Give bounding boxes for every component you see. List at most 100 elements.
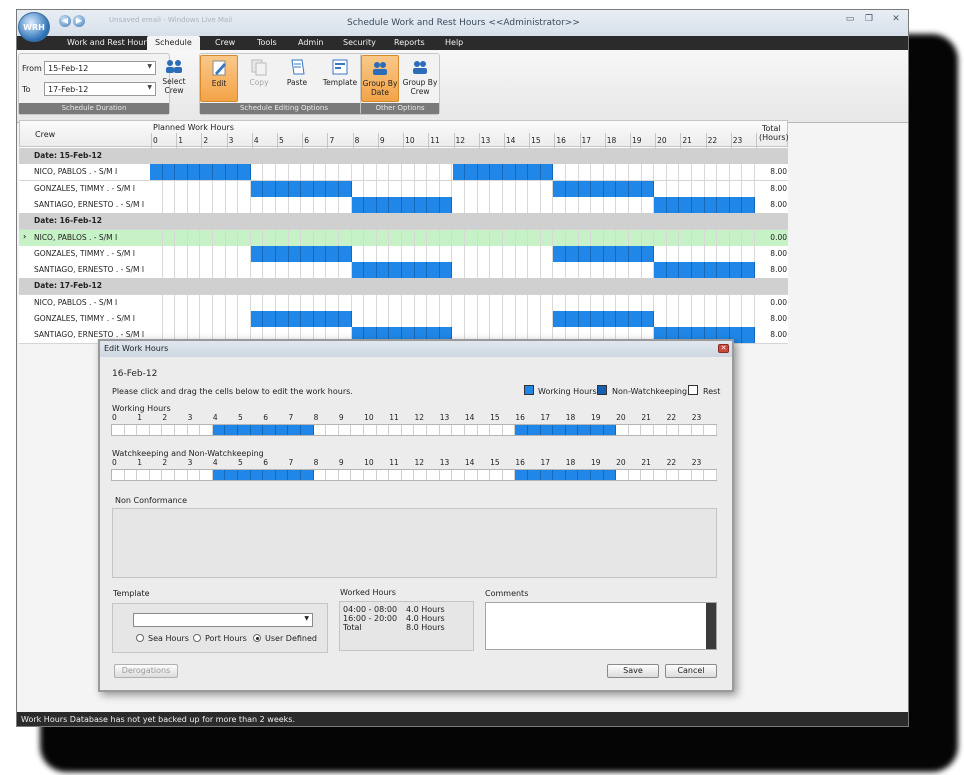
rest-cell[interactable] (238, 196, 251, 213)
rest-cell[interactable] (263, 164, 277, 181)
work-cell[interactable] (263, 245, 277, 262)
template-button[interactable]: Template (318, 55, 362, 102)
rest-cell[interactable] (402, 470, 415, 480)
rest-cell[interactable] (465, 470, 478, 480)
rest-cell[interactable] (503, 425, 516, 435)
work-cell[interactable] (641, 180, 655, 197)
rest-cell[interactable] (226, 196, 239, 213)
rest-cell[interactable] (679, 229, 692, 246)
rest-cell[interactable] (301, 262, 314, 279)
work-cell[interactable] (326, 245, 340, 262)
rest-cell[interactable] (490, 245, 503, 262)
work-cell[interactable] (225, 425, 239, 435)
rest-cell[interactable] (389, 294, 403, 311)
rest-cell[interactable] (351, 470, 365, 480)
user-defined-radio[interactable] (253, 634, 261, 642)
rest-cell[interactable] (541, 245, 554, 262)
rest-cell[interactable] (452, 425, 465, 435)
work-cell[interactable] (603, 311, 617, 327)
rest-cell[interactable] (238, 294, 251, 311)
rest-cell[interactable] (705, 164, 718, 181)
rest-cell[interactable] (440, 425, 453, 435)
rest-cell[interactable] (289, 294, 302, 311)
rest-cell[interactable] (125, 425, 138, 435)
rest-cell[interactable] (541, 180, 554, 197)
rest-cell[interactable] (629, 196, 642, 213)
work-cell[interactable] (238, 164, 251, 181)
rest-cell[interactable] (314, 294, 327, 311)
rest-cell[interactable] (150, 245, 163, 262)
rest-cell[interactable] (364, 311, 377, 327)
rest-cell[interactable] (200, 262, 213, 279)
work-cell[interactable] (465, 164, 478, 181)
rest-cell[interactable] (339, 164, 352, 181)
work-cell[interactable] (729, 262, 743, 279)
rest-cell[interactable] (667, 294, 680, 311)
work-cell[interactable] (313, 180, 327, 197)
rest-cell[interactable] (579, 164, 592, 181)
work-cell[interactable] (616, 245, 629, 262)
rest-cell[interactable] (226, 229, 239, 246)
rest-cell[interactable] (579, 229, 592, 246)
rest-cell[interactable] (566, 262, 579, 279)
work-cell[interactable] (263, 180, 277, 197)
rest-cell[interactable] (263, 229, 277, 246)
rest-cell[interactable] (389, 470, 402, 480)
rest-cell[interactable] (654, 164, 667, 181)
rest-cell[interactable] (163, 245, 176, 262)
rest-cell[interactable] (503, 470, 516, 480)
rest-cell[interactable] (541, 294, 554, 311)
rest-cell[interactable] (654, 425, 667, 435)
work-cell[interactable] (414, 262, 428, 279)
rest-cell[interactable] (427, 425, 440, 435)
work-cell[interactable] (553, 245, 566, 262)
rest-cell[interactable] (440, 180, 453, 197)
work-cell[interactable] (276, 245, 289, 262)
rest-cell[interactable] (415, 470, 428, 480)
rest-cell[interactable] (654, 311, 667, 327)
rest-cell[interactable] (641, 470, 654, 480)
rest-cell[interactable] (175, 294, 188, 311)
work-cell[interactable] (578, 245, 592, 262)
rest-cell[interactable] (339, 229, 352, 246)
rest-cell[interactable] (503, 294, 516, 311)
rest-cell[interactable] (389, 245, 403, 262)
rest-cell[interactable] (389, 180, 403, 197)
work-cell[interactable] (603, 245, 617, 262)
rest-cell[interactable] (162, 470, 175, 480)
rest-cell[interactable] (326, 294, 340, 311)
work-cell[interactable] (301, 245, 314, 262)
rest-cell[interactable] (364, 294, 377, 311)
rest-cell[interactable] (579, 262, 592, 279)
rest-cell[interactable] (742, 180, 755, 197)
comments-scrollbar[interactable] (706, 603, 716, 649)
work-cell[interactable] (288, 311, 302, 327)
rest-cell[interactable] (150, 229, 163, 246)
rest-cell[interactable] (717, 164, 730, 181)
work-cell[interactable] (288, 180, 302, 197)
total-column-header[interactable]: Total (762, 124, 781, 133)
work-cell[interactable] (238, 425, 251, 435)
rest-cell[interactable] (667, 164, 680, 181)
work-cell[interactable] (212, 470, 226, 480)
work-cell[interactable] (603, 470, 617, 480)
rest-cell[interactable] (226, 311, 239, 327)
rest-cell[interactable] (541, 196, 554, 213)
work-cell[interactable] (540, 164, 554, 181)
rest-cell[interactable] (742, 311, 755, 327)
comments-textarea[interactable] (485, 602, 717, 650)
rest-cell[interactable] (528, 311, 541, 327)
rest-cell[interactable] (591, 229, 604, 246)
rest-cell[interactable] (415, 294, 428, 311)
close-icon[interactable]: ✕ (718, 344, 729, 353)
chevron-down-icon[interactable]: ▼ (304, 615, 309, 622)
rest-cell[interactable] (440, 311, 453, 327)
work-cell[interactable] (590, 425, 604, 435)
work-cell[interactable] (654, 262, 667, 279)
template-select[interactable]: ▼ (133, 613, 313, 627)
rest-cell[interactable] (352, 180, 365, 197)
rest-cell[interactable] (377, 245, 390, 262)
rest-cell[interactable] (427, 311, 440, 327)
rest-cell[interactable] (692, 311, 705, 327)
rest-cell[interactable] (150, 196, 163, 213)
